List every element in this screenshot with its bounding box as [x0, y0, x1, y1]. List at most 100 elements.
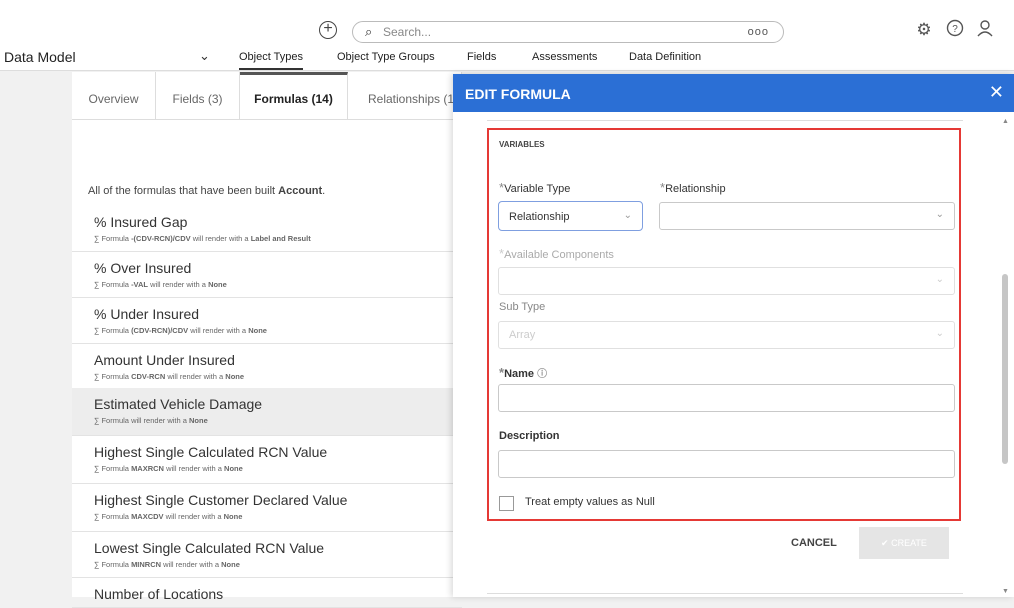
drawer-title: EDIT FORMULA: [465, 86, 571, 102]
search-icon: ⌕: [365, 24, 373, 39]
divider: [487, 120, 963, 121]
render-mode: None: [221, 560, 240, 569]
sigma-icon: ∑: [94, 326, 100, 335]
null-checkbox-label[interactable]: Treat empty values as Null: [525, 496, 655, 508]
drawer-scrollbar[interactable]: ▲ ▼: [999, 114, 1011, 597]
formula-title: Estimated Vehicle Damage: [94, 396, 263, 412]
tab-overview[interactable]: Overview: [72, 72, 156, 120]
formula-title: Highest Single Customer Declared Value: [94, 492, 348, 508]
question-icon[interactable]: ?: [944, 19, 966, 41]
drawer-header: EDIT FORMULA ✕: [453, 74, 1014, 112]
tab-formulas[interactable]: Formulas (14): [240, 72, 348, 120]
formula-list-item[interactable]: % Insured Gap ∑ Formula -(CDV-RCN)/CDV wi…: [72, 206, 462, 252]
formula-word: Formula: [101, 372, 129, 381]
relationship-label: *Relationship: [660, 180, 726, 195]
formula-title: Lowest Single Calculated RCN Value: [94, 540, 325, 556]
plus-circle-icon[interactable]: +: [319, 21, 337, 39]
nav-bar: Data Model ⌄ Object Types Object Type Gr…: [0, 44, 1014, 71]
nav-assessments[interactable]: Assessments: [532, 51, 597, 63]
render-text: will render with a: [190, 326, 247, 335]
nav-title[interactable]: Data Model: [4, 49, 76, 65]
formula-word: Formula: [101, 326, 129, 335]
available-components-label: *Available Components: [499, 246, 614, 261]
formula-description: ∑ Formula MAXCDV will render with a None: [94, 512, 242, 521]
formula-word: Formula: [101, 416, 129, 425]
sub-type-value: Array: [509, 329, 536, 341]
formula-expression: (CDV-RCN)/CDV: [131, 326, 189, 335]
search-options-icon[interactable]: ooo: [748, 26, 769, 38]
formula-word: Formula: [101, 464, 129, 473]
relationship-select[interactable]: ⌄: [659, 202, 955, 230]
formula-expression: CDV-RCN: [131, 372, 166, 381]
nav-data-definition[interactable]: Data Definition: [629, 51, 701, 63]
formula-list-item[interactable]: Estimated Vehicle Damage ∑ Formula will r…: [72, 388, 462, 436]
description-input[interactable]: [498, 450, 955, 478]
render-mode: None: [223, 512, 243, 521]
name-label: *Name ⓘ: [499, 365, 548, 380]
formula-description: ∑ Formula MAXRCN will render with a None: [94, 464, 243, 473]
sigma-icon: ∑: [94, 464, 100, 473]
sub-type-select[interactable]: Array ⌄: [498, 321, 955, 349]
nav-object-types[interactable]: Object Types: [239, 51, 303, 70]
sigma-icon: ∑: [94, 234, 100, 243]
render-mode: None: [248, 326, 267, 335]
formula-expression: -(CDV-RCN)/CDV: [131, 234, 191, 243]
nav-fields[interactable]: Fields: [467, 51, 496, 63]
formula-expression: MAXCDV: [131, 512, 164, 521]
nav-object-type-groups[interactable]: Object Type Groups: [337, 51, 435, 63]
sigma-icon: ∑: [94, 416, 100, 425]
formula-description: ∑ Formula CDV-RCN will render with a Non…: [94, 372, 244, 381]
formula-description: ∑ Formula -VAL will render with a None: [94, 280, 227, 289]
search-placeholder[interactable]: Search...: [383, 25, 431, 39]
render-text: will render with a: [192, 234, 249, 243]
formula-word: Formula: [101, 234, 129, 243]
formula-list-item[interactable]: Highest Single Calculated RCN Value ∑ For…: [72, 436, 462, 484]
formula-list-item[interactable]: Number of Locations: [72, 578, 462, 608]
scroll-up-icon[interactable]: ▲: [1002, 118, 1009, 125]
user-icon[interactable]: [974, 19, 996, 41]
formula-title: Amount Under Insured: [94, 352, 235, 368]
formula-expression: MAXRCN: [131, 464, 164, 473]
sigma-icon: ∑: [94, 372, 100, 381]
formula-title: Number of Locations: [94, 586, 224, 602]
available-components-select[interactable]: ⌄: [498, 267, 955, 295]
create-button[interactable]: ✔ CREATE: [859, 527, 949, 559]
formula-list-item[interactable]: Lowest Single Calculated RCN Value ∑ Form…: [72, 532, 462, 578]
render-mode: None: [208, 280, 227, 289]
chevron-down-icon: ⌄: [623, 210, 632, 221]
variables-heading: VARIABLES: [499, 140, 545, 149]
edit-formula-drawer: EDIT FORMULA ✕ ▲ ▼ VARIABLES *Variable T…: [453, 74, 1014, 597]
scroll-thumb[interactable]: [1002, 274, 1008, 464]
variable-type-select[interactable]: Relationship ⌄: [498, 201, 643, 231]
null-checkbox[interactable]: [499, 496, 514, 511]
help-circle-icon[interactable]: ⓘ: [537, 369, 547, 380]
render-text: will render with a: [131, 416, 187, 425]
render-text: will render with a: [167, 372, 224, 381]
close-icon[interactable]: ✕: [989, 82, 1004, 103]
render-text: will render with a: [163, 560, 220, 569]
render-text: will render with a: [166, 464, 222, 473]
divider: [487, 593, 963, 594]
name-input[interactable]: [498, 384, 955, 412]
formula-list-item[interactable]: % Over Insured ∑ Formula -VAL will render…: [72, 252, 462, 298]
sigma-icon: ∑: [94, 560, 100, 569]
tab-fields[interactable]: Fields (3): [156, 72, 240, 120]
formula-description: ∑ Formula (CDV-RCN)/CDV will render with…: [94, 326, 267, 335]
chevron-down-icon[interactable]: ⌄: [199, 48, 210, 64]
chevron-down-icon: ⌄: [935, 209, 944, 220]
tab-relationships[interactable]: Relationships (1): [348, 72, 462, 120]
formula-expression: -VAL: [131, 280, 149, 289]
formula-list-item[interactable]: Highest Single Customer Declared Value ∑ …: [72, 484, 462, 532]
formula-title: Highest Single Calculated RCN Value: [94, 444, 328, 460]
render-mode: None: [189, 416, 208, 425]
scroll-down-icon[interactable]: ▼: [1002, 588, 1009, 595]
formula-list-item[interactable]: % Under Insured ∑ Formula (CDV-RCN)/CDV w…: [72, 298, 462, 344]
formula-word: Formula: [101, 280, 129, 289]
cancel-button[interactable]: CANCEL: [791, 537, 837, 549]
formula-description: ∑ Formula -(CDV-RCN)/CDV will render wit…: [94, 234, 311, 243]
render-mode: Label and Result: [250, 234, 311, 243]
formula-list-item[interactable]: Amount Under Insured ∑ Formula CDV-RCN wi…: [72, 344, 462, 390]
formula-description: ∑ Formula will render with a None: [94, 416, 208, 425]
search-bar[interactable]: ⌕ Search... ooo: [352, 21, 784, 43]
gear-icon[interactable]: ⚙: [913, 19, 935, 41]
